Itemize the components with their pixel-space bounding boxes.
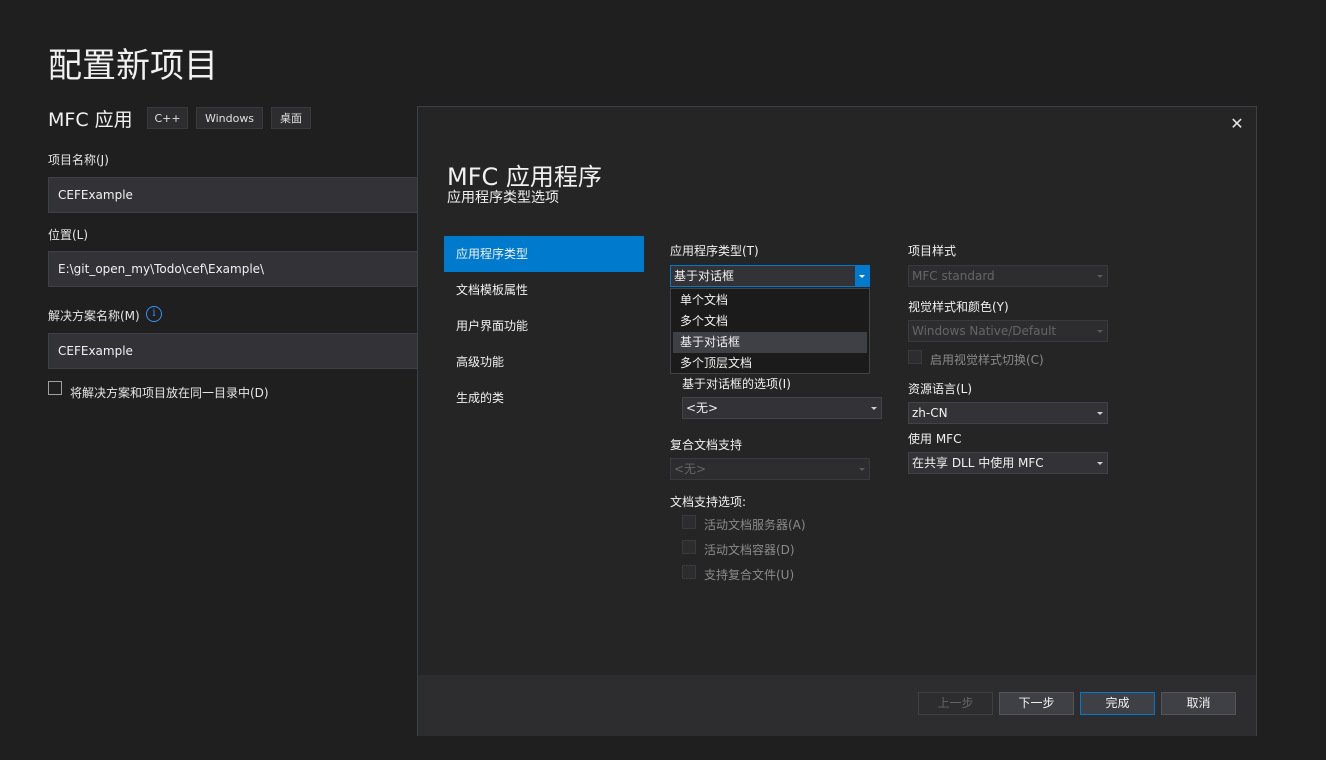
tag-windows: Windows xyxy=(196,107,263,129)
location-input[interactable]: E:\git_open_my\Todo\cef\Example\ xyxy=(48,251,428,287)
use-mfc-value: 在共享 DLL 中使用 MFC xyxy=(912,456,1044,470)
compound-doc-combo[interactable]: <无> xyxy=(670,458,870,480)
nav-item-generated-classes[interactable]: 生成的类 xyxy=(444,380,644,416)
info-icon[interactable]: i xyxy=(146,306,162,322)
resource-lang-value: zh-CN xyxy=(912,406,948,420)
mfc-wizard-dialog: ✕ MFC 应用程序 应用程序类型选项 应用程序类型 文档模板属性 用户界面功能… xyxy=(417,106,1257,736)
project-style-combo[interactable]: MFC standard xyxy=(908,265,1108,287)
tag-cpp: C++ xyxy=(147,107,188,129)
nav-item-advanced[interactable]: 高级功能 xyxy=(444,344,644,380)
nav-item-ui-features[interactable]: 用户界面功能 xyxy=(444,308,644,344)
app-type-option-single[interactable]: 单个文档 xyxy=(673,290,867,311)
dialog-subtitle: 应用程序类型选项 xyxy=(447,190,559,206)
template-name: MFC 应用 xyxy=(48,109,133,131)
enable-visual-switch-checkbox[interactable] xyxy=(908,350,922,364)
chevron-down-icon xyxy=(1093,321,1107,341)
chevron-down-icon xyxy=(1093,266,1107,286)
app-type-value: 基于对话框 xyxy=(674,269,735,283)
nav-item-app-type[interactable]: 应用程序类型 xyxy=(444,236,644,272)
use-mfc-combo[interactable]: 在共享 DLL 中使用 MFC xyxy=(908,452,1108,474)
enable-visual-switch-label: 启用视觉样式切换(C) xyxy=(930,353,1044,367)
chevron-down-icon xyxy=(1093,453,1107,473)
prev-button[interactable]: 上一步 xyxy=(918,692,993,715)
compound-doc-label: 复合文档支持 xyxy=(670,438,743,452)
finish-button[interactable]: 完成 xyxy=(1080,692,1155,715)
active-doc-server-label: 活动文档服务器(A) xyxy=(704,518,806,532)
app-type-combo[interactable]: 基于对话框 xyxy=(670,265,870,287)
chevron-down-icon xyxy=(855,266,869,286)
active-doc-server-checkbox[interactable] xyxy=(682,515,696,529)
use-mfc-label: 使用 MFC xyxy=(908,432,962,446)
visual-style-label: 视觉样式和颜色(Y) xyxy=(908,300,1009,314)
active-doc-container-checkbox[interactable] xyxy=(682,540,696,554)
compound-files-label: 支持复合文件(U) xyxy=(704,568,795,582)
compound-files-checkbox[interactable] xyxy=(682,565,696,579)
app-type-option-multi-toplevel[interactable]: 多个顶层文档 xyxy=(673,353,867,374)
project-name-input[interactable]: CEFExample xyxy=(48,177,428,213)
chevron-down-icon xyxy=(867,398,881,418)
dialog-footer: 上一步 下一步 完成 取消 xyxy=(418,675,1256,736)
app-type-option-multiple[interactable]: 多个文档 xyxy=(673,311,867,332)
project-style-value: MFC standard xyxy=(912,269,995,283)
dialog-options-label: 基于对话框的选项(I) xyxy=(682,377,791,391)
close-icon[interactable]: ✕ xyxy=(1228,115,1246,133)
app-type-label: 应用程序类型(T) xyxy=(670,244,759,258)
tag-desktop: 桌面 xyxy=(271,107,311,129)
next-button[interactable]: 下一步 xyxy=(999,692,1074,715)
doc-support-label: 文档支持选项: xyxy=(670,495,747,509)
resource-lang-label: 资源语言(L) xyxy=(908,382,973,396)
nav-item-doc-template[interactable]: 文档模板属性 xyxy=(444,272,644,308)
location-label: 位置(L) xyxy=(48,228,89,242)
chevron-down-icon xyxy=(1093,403,1107,423)
dialog-options-combo[interactable]: <无> xyxy=(682,397,882,419)
resource-lang-combo[interactable]: zh-CN xyxy=(908,402,1108,424)
chevron-down-icon xyxy=(855,459,869,479)
solution-name-input[interactable]: CEFExample xyxy=(48,333,428,369)
visual-style-value: Windows Native/Default xyxy=(912,324,1057,338)
dialog-options-value: <无> xyxy=(686,401,719,415)
cancel-button[interactable]: 取消 xyxy=(1161,692,1236,715)
app-type-dropdown-list: 单个文档 多个文档 基于对话框 多个顶层文档 xyxy=(670,288,870,374)
solution-name-label: 解决方案名称(M) xyxy=(48,309,140,323)
active-doc-container-label: 活动文档容器(D) xyxy=(704,543,795,557)
page-title: 配置新项目 xyxy=(48,46,218,86)
wizard-nav: 应用程序类型 文档模板属性 用户界面功能 高级功能 生成的类 xyxy=(444,236,644,416)
compound-doc-value: <无> xyxy=(674,462,707,476)
visual-style-combo[interactable]: Windows Native/Default xyxy=(908,320,1108,342)
same-dir-checkbox[interactable] xyxy=(48,381,62,395)
app-type-option-dialog[interactable]: 基于对话框 xyxy=(673,332,867,353)
project-style-label: 项目样式 xyxy=(908,244,957,258)
project-name-label: 项目名称(J) xyxy=(48,153,109,167)
same-dir-label: 将解决方案和项目放在同一目录中(D) xyxy=(70,386,269,400)
